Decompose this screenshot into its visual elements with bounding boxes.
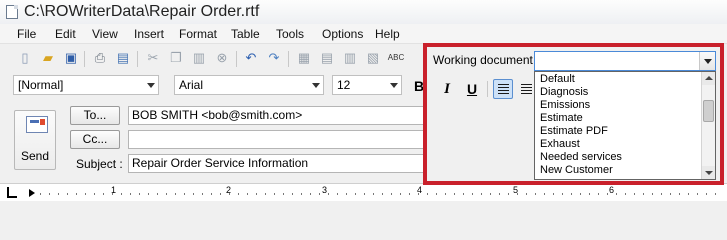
print-icon[interactable]: ⎙ (92, 50, 108, 66)
spell-check-icon[interactable]: ABC (388, 50, 404, 66)
tab-stop-icon[interactable] (7, 187, 17, 198)
print-preview-icon[interactable]: ▤ (115, 50, 131, 66)
dropdown-option[interactable]: Estimate (540, 112, 583, 124)
to-button[interactable]: To... (70, 106, 120, 125)
style-select[interactable]: [Normal] (13, 75, 159, 95)
scrollbar-thumb[interactable] (703, 100, 714, 122)
redo-icon[interactable]: ↷ (266, 50, 282, 66)
open-folder-icon[interactable]: ▰ (40, 50, 56, 66)
menu-insert[interactable]: Insert (134, 27, 164, 41)
cc-button[interactable]: Cc... (70, 130, 120, 149)
menu-help[interactable]: Help (375, 27, 400, 41)
align-center-icon (520, 84, 532, 94)
working-document-select[interactable] (534, 51, 716, 71)
menu-table[interactable]: Table (231, 27, 260, 41)
ruler[interactable]: 1 2 3 4 5 6 (0, 183, 727, 201)
align-left-button[interactable] (493, 79, 513, 99)
ruler-mark: 4 (417, 185, 423, 195)
scroll-down-icon[interactable] (702, 166, 715, 179)
document-icon (6, 5, 18, 19)
new-document-icon[interactable]: ▯ (17, 50, 33, 66)
toolbar-separator (487, 81, 488, 97)
ruler-mark: 3 (322, 185, 328, 195)
insert-row-icon[interactable]: ▤ (319, 50, 335, 66)
chevron-down-icon[interactable] (699, 52, 715, 70)
ruler-mark: 2 (226, 185, 232, 195)
working-document-panel: Working document : I U Default Diagnosis… (423, 43, 724, 185)
working-document-dropdown: Default Diagnosis Emissions Estimate Est… (534, 71, 716, 180)
toolbar-separator (236, 51, 237, 67)
send-label: Send (20, 149, 50, 163)
subject-label: Subject : (76, 157, 123, 171)
align-left-icon (497, 84, 509, 94)
working-document-label: Working document : (433, 53, 540, 67)
save-icon[interactable]: ▣ (63, 50, 79, 66)
ruler-ticks (40, 193, 721, 195)
menu-file[interactable]: File (17, 27, 36, 41)
dropdown-option[interactable]: Estimate PDF (540, 125, 608, 137)
dropdown-option[interactable]: New Customer (540, 164, 613, 176)
title-bar: C:\ROWriterData\Repair Order.rtf (0, 0, 727, 24)
dropdown-option[interactable]: Needed services (540, 151, 622, 163)
menu-format[interactable]: Format (179, 27, 217, 41)
menu-bar: File Edit View Insert Format Table Tools… (0, 24, 727, 44)
insert-table-icon[interactable]: ▦ (296, 50, 312, 66)
menu-tools[interactable]: Tools (276, 27, 304, 41)
menu-view[interactable]: View (92, 27, 118, 41)
italic-button[interactable]: I (437, 79, 457, 99)
ruler-mark: 5 (513, 185, 519, 195)
font-select-value: Arial (179, 78, 204, 92)
cut-icon[interactable]: ✂ (145, 50, 161, 66)
ruler-mark: 1 (111, 185, 117, 195)
delete-cells-icon[interactable]: ▧ (365, 50, 381, 66)
chevron-down-icon (390, 83, 398, 88)
ruler-mark: 6 (609, 185, 615, 195)
dropdown-option[interactable]: Emissions (540, 99, 590, 111)
dropdown-option[interactable]: Diagnosis (540, 86, 588, 98)
chevron-down-icon (147, 83, 155, 88)
toolbar-separator (288, 51, 289, 67)
menu-edit[interactable]: Edit (55, 27, 76, 41)
copy-icon[interactable]: ❐ (168, 50, 184, 66)
dropdown-option[interactable]: Default (540, 73, 575, 85)
delete-icon[interactable]: ⊗ (214, 50, 230, 66)
menu-options[interactable]: Options (322, 27, 363, 41)
indent-marker[interactable] (29, 189, 35, 197)
underline-button[interactable]: U (462, 79, 482, 99)
envelope-icon (26, 116, 48, 133)
chevron-down-icon (312, 83, 320, 88)
scroll-up-icon[interactable] (702, 72, 715, 85)
undo-icon[interactable]: ↶ (243, 50, 259, 66)
toolbar-separator (137, 51, 138, 67)
toolbar-separator (84, 51, 85, 67)
standard-toolbar: ▯ ▰ ▣ ⎙ ▤ ✂ ❐ ▥ ⊗ ↶ ↷ ▦ ▤ ▥ ▧ ABC (0, 46, 420, 72)
font-size-select[interactable]: 12 (332, 75, 402, 95)
font-size-value: 12 (337, 78, 351, 92)
dropdown-scrollbar[interactable] (701, 72, 715, 179)
paste-icon[interactable]: ▥ (191, 50, 207, 66)
insert-column-icon[interactable]: ▥ (342, 50, 358, 66)
dropdown-option[interactable]: Exhaust (540, 138, 580, 150)
align-center-button[interactable] (516, 79, 536, 99)
font-select[interactable]: Arial (174, 75, 324, 95)
window-title: C:\ROWriterData\Repair Order.rtf (24, 3, 260, 20)
style-select-value: [Normal] (18, 78, 64, 92)
send-button[interactable]: Send (14, 110, 56, 170)
